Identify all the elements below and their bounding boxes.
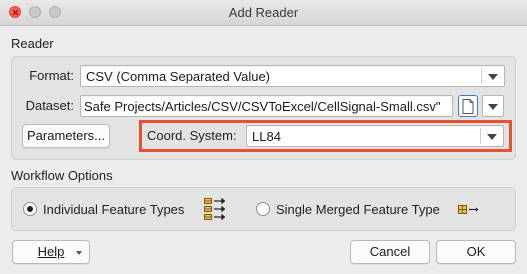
chevron-down-icon[interactable]: [487, 134, 497, 140]
file-browse-icon: [462, 99, 474, 114]
cancel-button[interactable]: Cancel: [350, 240, 430, 264]
single-merged-feature-type-radio[interactable]: [256, 202, 270, 216]
help-label: Help: [37, 244, 65, 259]
title-bar: Add Reader: [0, 0, 527, 26]
individual-feature-types-label[interactable]: Individual Feature Types: [43, 202, 184, 217]
window-title: Add Reader: [228, 5, 299, 20]
format-label: Format:: [29, 68, 74, 83]
dataset-value: Safe Projects/Articles/CSV/CSVToExcel/Ce…: [84, 99, 441, 114]
dataset-label: Dataset:: [25, 98, 74, 113]
format-select-separator: [481, 68, 482, 84]
dataset-input[interactable]: Safe Projects/Articles/CSV/CSVToExcel/Ce…: [80, 95, 453, 117]
feature-types-multi-icon: [204, 197, 225, 221]
format-value: CSV (Comma Separated Value): [86, 69, 271, 84]
chevron-down-icon: [76, 251, 82, 255]
coord-system-value: LL84: [252, 129, 281, 144]
feature-type-single-icon: [458, 205, 479, 214]
reader-section-label: Reader: [11, 36, 54, 51]
individual-feature-types-radio[interactable]: [23, 202, 37, 216]
chevron-down-icon[interactable]: [488, 104, 498, 110]
ok-button[interactable]: OK: [436, 240, 516, 264]
coord-system-label: Coord. System:: [147, 128, 237, 143]
single-merged-feature-type-label[interactable]: Single Merged Feature Type: [276, 202, 440, 217]
help-button[interactable]: Help: [12, 240, 90, 264]
format-select[interactable]: CSV (Comma Separated Value): [80, 65, 505, 87]
parameters-button[interactable]: Parameters...: [22, 124, 110, 148]
file-browse-button[interactable]: [458, 95, 478, 117]
workflow-section-label: Workflow Options: [11, 168, 113, 183]
chevron-down-icon[interactable]: [488, 74, 498, 80]
coord-system-select-separator: [480, 128, 481, 144]
dataset-options-dropdown[interactable]: [482, 95, 504, 117]
coord-system-select[interactable]: LL84: [246, 125, 504, 147]
